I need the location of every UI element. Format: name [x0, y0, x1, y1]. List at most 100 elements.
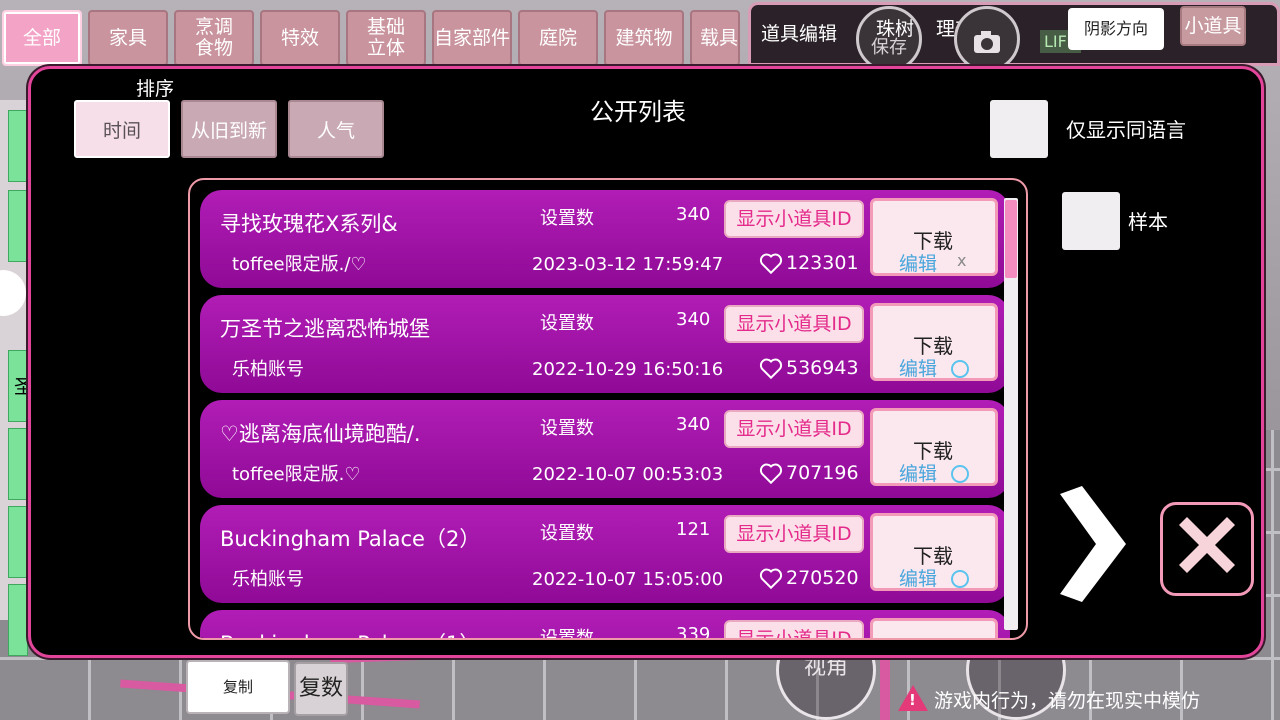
sort-by-time-button[interactable]: 时间: [74, 100, 170, 158]
close-x-icon: [1179, 517, 1235, 573]
left-slot[interactable]: [8, 584, 28, 656]
setting-count-value: 340: [676, 414, 711, 435]
list-item[interactable]: Buckingham Palace（1） 设置数 339 显示小道具ID: [200, 610, 1010, 640]
warning-icon: !: [898, 685, 928, 713]
show-item-id-button[interactable]: 显示小道具ID: [724, 410, 864, 448]
left-panel-strip: [0, 100, 30, 656]
category-tab-all[interactable]: 全部: [2, 10, 82, 66]
item-date: 2022-10-29 16:50:16: [532, 359, 724, 380]
camera-icon: [974, 31, 1000, 53]
item-likes: 270520: [758, 565, 859, 591]
show-item-id-button[interactable]: 显示小道具ID: [724, 620, 864, 638]
sample-label: 样本: [1128, 210, 1168, 234]
heart-icon: [759, 253, 783, 275]
item-date: 2023-03-12 17:59:47: [532, 254, 724, 275]
item-name: Buckingham Palace（2）: [220, 527, 481, 551]
public-list[interactable]: 寻找玫瑰花X系列& toffee限定版./♡ 设置数 340 显示小道具ID 2…: [188, 178, 1028, 640]
show-item-id-button[interactable]: 显示小道具ID: [724, 305, 864, 343]
same-language-checkbox[interactable]: [990, 100, 1048, 158]
next-arrow-icon[interactable]: [1052, 486, 1130, 602]
shadow-direction-value: 0: [1150, 30, 1161, 49]
category-tab-effects[interactable]: 特效: [260, 10, 340, 66]
setting-count-value: 121: [676, 519, 711, 540]
setting-count-value: 340: [676, 309, 711, 330]
item-author: 乐柏账号: [232, 359, 304, 380]
small-item-button[interactable]: 小道具: [1180, 6, 1246, 46]
list-item[interactable]: Buckingham Palace（2） 乐柏账号 设置数 121 显示小道具I…: [200, 505, 1010, 603]
item-author: toffee限定版./♡: [232, 254, 367, 275]
category-tab-home-parts[interactable]: 自家部件: [432, 10, 512, 66]
sort-by-popularity-button[interactable]: 人气: [288, 100, 384, 158]
item-editor-title: 道具编辑: [761, 23, 838, 45]
item-name: 万圣节之逃离恐怖城堡: [220, 317, 430, 341]
download-button[interactable]: 下载 编辑 x: [870, 198, 998, 276]
setting-count-label: 设置数: [540, 523, 594, 544]
list-scrollbar[interactable]: [1004, 198, 1018, 630]
edit-enabled-ring-icon: [951, 465, 969, 483]
dialog-title: 公开列表: [590, 98, 686, 126]
item-date: 2022-10-07 00:53:03: [532, 464, 724, 485]
left-slot[interactable]: [8, 110, 28, 182]
heart-icon: [759, 568, 783, 590]
like-count: 707196: [786, 462, 859, 484]
edit-label: 编辑: [899, 463, 938, 485]
camera-button[interactable]: [954, 6, 1020, 72]
item-author: 乐柏账号: [232, 569, 304, 590]
scrollbar-thumb[interactable]: [1005, 200, 1017, 278]
category-tab-basic-3d[interactable]: 基础 立体: [346, 10, 426, 66]
multi-copy-button[interactable]: 复数: [294, 662, 348, 716]
close-button[interactable]: [1160, 502, 1254, 596]
item-author: toffee限定版.♡: [232, 464, 361, 485]
edit-label: 编辑: [899, 253, 938, 275]
edit-enabled-ring-icon: [951, 570, 969, 588]
list-item[interactable]: ♡逃离海底仙境跑酷/. toffee限定版.♡ 设置数 340 显示小道具ID …: [200, 400, 1010, 498]
heart-icon: [759, 463, 783, 485]
setting-count-label: 设置数: [540, 418, 594, 439]
copy-button[interactable]: 复制: [186, 660, 290, 714]
category-tab-garden[interactable]: 庭院: [518, 10, 598, 66]
left-slot[interactable]: [8, 506, 28, 578]
like-count: 123301: [786, 252, 859, 274]
show-item-id-button[interactable]: 显示小道具ID: [724, 515, 864, 553]
category-tab-buildings[interactable]: 建筑物: [604, 10, 684, 66]
list-item[interactable]: 寻找玫瑰花X系列& toffee限定版./♡ 设置数 340 显示小道具ID 2…: [200, 190, 1010, 288]
item-name: ♡逃离海底仙境跑酷/.: [220, 422, 421, 446]
edit-label: 编辑: [899, 358, 938, 380]
setting-count-label: 设置数: [540, 208, 594, 229]
download-button[interactable]: 下载 编辑: [870, 513, 998, 591]
category-tab-cooking-food[interactable]: 烹调 食物: [174, 10, 254, 66]
download-button[interactable]: [870, 618, 998, 638]
category-tab-vehicles[interactable]: 载具: [690, 10, 740, 66]
heart-icon: [759, 358, 783, 380]
left-slot[interactable]: [8, 428, 28, 500]
character-name-zhushu: 珠树: [876, 18, 915, 40]
item-likes: 707196: [758, 460, 859, 486]
download-button[interactable]: 下载 编辑: [870, 303, 998, 381]
item-name: 寻找玫瑰花X系列&: [220, 212, 398, 236]
like-count: 270520: [786, 567, 859, 589]
edit-disabled-mark: x: [957, 251, 967, 270]
item-likes: 536943: [758, 355, 859, 381]
left-slot[interactable]: [8, 190, 28, 262]
sort-old-to-new-button[interactable]: 从旧到新: [181, 100, 277, 158]
item-name: Buckingham Palace（1）: [220, 628, 480, 638]
setting-count-value: 340: [676, 204, 711, 225]
setting-count-label: 设置数: [540, 313, 594, 334]
same-language-label: 仅显示同语言: [1066, 118, 1186, 142]
category-tabs: 全部 家具 烹调 食物 特效 基础 立体 自家部件 庭院 建筑物 载具: [0, 10, 740, 68]
list-item[interactable]: 万圣节之逃离恐怖城堡 乐柏账号 设置数 340 显示小道具ID 2022-10-…: [200, 295, 1010, 393]
edit-enabled-ring-icon: [951, 360, 969, 378]
safety-warning: ! 游戏内行为，请勿在现实中模仿: [898, 684, 1200, 714]
warning-text: 游戏内行为，请勿在现实中模仿: [934, 689, 1201, 712]
show-item-id-button[interactable]: 显示小道具ID: [724, 200, 864, 238]
download-button[interactable]: 下载 编辑: [870, 408, 998, 486]
setting-count-value: 339: [676, 624, 711, 640]
setting-count-label: 设置数: [540, 628, 594, 640]
sort-label: 排序: [136, 78, 175, 100]
edit-label: 编辑: [899, 568, 938, 590]
item-likes: 123301: [758, 250, 859, 276]
like-count: 536943: [786, 357, 859, 379]
sample-checkbox[interactable]: [1062, 192, 1120, 250]
category-tab-furniture[interactable]: 家具: [88, 10, 168, 66]
item-date: 2022-10-07 15:05:00: [532, 569, 724, 590]
